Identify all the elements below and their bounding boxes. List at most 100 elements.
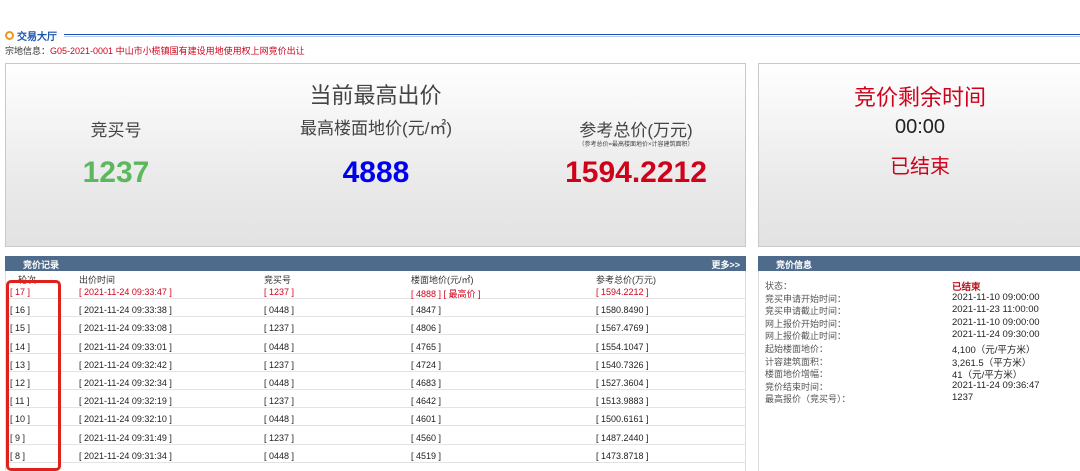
cell-bidder: [ 0448 ] <box>264 305 295 316</box>
cell-time: [ 2021-11-24 09:33:47 ] <box>79 287 172 297</box>
parcel-value[interactable]: G05-2021-0001 中山市小榄镇国有建设用地使用权上网竞价出让 <box>50 46 305 56</box>
countdown-time: 00:00 <box>894 116 946 138</box>
info-item: 计容建筑面积： 3,261.5（平方米） <box>759 355 1080 369</box>
info-value: 2021-11-23 11:00:00 <box>952 304 1039 316</box>
info-label: 状态： <box>765 282 793 292</box>
info-item: 最高报价（竞买号）： 1237 <box>759 392 1080 406</box>
info-label: 起始楼面地价： <box>765 345 829 355</box>
cell-floor-price: [ 4888 ] [ 最高价 ] <box>411 289 481 299</box>
highest-bid-title: 当前最高出价 <box>309 83 442 108</box>
hall-title: 交易大厅 <box>17 32 57 43</box>
cell-time: [ 2021-11-24 09:33:08 ] <box>79 323 172 334</box>
cell-total-price: [ 1540.7326 ] <box>596 359 649 370</box>
total-price-value: 1594.2212 <box>565 156 707 189</box>
info-label: 竞买申请开始时间： <box>765 294 847 305</box>
cell-total-price: [ 1500.6161 ] <box>596 414 649 425</box>
table-row: [ 15 ][ 2021-11-24 09:33:08 ][ 1237 ][ 4… <box>6 321 745 336</box>
cell-total-price: [ 1473.8718 ] <box>596 450 649 461</box>
cell-floor-price: [ 4724 ] <box>411 359 442 370</box>
info-item: 竞价结束时间： 2021-11-24 09:36:47 <box>759 379 1080 393</box>
cell-total-price: [ 1527.3604 ] <box>596 378 649 388</box>
floor-price-value: 4888 <box>342 156 410 189</box>
info-item: 楼面地价增幅： 41（元/平方米） <box>759 367 1080 381</box>
table-row: [ 9 ][ 2021-11-24 09:31:49 ][ 1237 ][ 45… <box>6 431 745 445</box>
cell-bidder: [ 1237 ] <box>264 323 295 334</box>
cell-time: [ 2021-11-24 09:32:19 ] <box>79 396 172 407</box>
header-divider <box>64 34 1080 35</box>
highest-bid-panel: 当前最高出价 竞买号 最高楼面地价(元/㎡) 参考总价(万元) （参考总价=最高… <box>5 63 746 247</box>
bid-records-title: 竞价记录 <box>23 260 60 270</box>
info-label: 竞买申请截止时间： <box>765 307 847 318</box>
info-item: 竞买申请截止时间： 2021-11-23 11:00:00 <box>759 304 1080 318</box>
cell-time: [ 2021-11-24 09:31:34 ] <box>79 450 172 461</box>
parcel-label: 宗地信息： <box>5 46 51 56</box>
countdown-panel: 竞价剩余时间 00:00 已结束 <box>758 63 1080 247</box>
total-price-note: （参考总价=最高楼面地价×计容建筑面积） <box>578 142 694 148</box>
info-value: 2021-11-10 09:00:00 <box>952 316 1040 328</box>
info-item: 状态： 已结束 <box>759 279 1080 293</box>
total-price-label: 参考总价(万元) <box>579 121 693 140</box>
bid-records-header: 竞价记录 更多>> <box>5 256 746 271</box>
table-row: [ 11 ][ 2021-11-24 09:32:19 ][ 1237 ][ 4… <box>6 394 745 409</box>
bidder-number-label: 竞买号 <box>90 121 142 140</box>
info-label: 计容建筑面积： <box>765 357 829 368</box>
info-value: 2021-11-10 09:00:00 <box>952 291 1040 303</box>
info-item: 起始楼面地价： 4,100（元/平方米） <box>759 342 1080 356</box>
cell-floor-price: [ 4519 ] <box>411 450 442 461</box>
hall-header: 交易大厅 宗地信息：G05-2021-0001 中山市小榄镇国有建设用地使用权上… <box>0 28 1080 57</box>
table-row: [ 14 ][ 2021-11-24 09:33:01 ][ 0448 ][ 4… <box>6 340 745 354</box>
bid-info-header: 竞价信息 <box>758 256 1080 271</box>
table-row: [ 10 ][ 2021-11-24 09:32:10 ][ 0448 ][ 4… <box>6 412 745 427</box>
bid-info-list: 状态： 已结束 竞买申请开始时间： 2021-11-10 09:00:00 竞买申请截止… <box>758 271 1080 471</box>
cell-time: [ 2021-11-24 09:32:34 ] <box>79 378 172 388</box>
cell-total-price: [ 1580.8490 ] <box>596 305 649 316</box>
cell-time: [ 2021-11-24 09:32:42 ] <box>79 359 172 370</box>
info-value: 1237 <box>952 392 974 404</box>
auction-status: 已结束 <box>890 156 950 178</box>
cell-time: [ 2021-11-24 09:32:10 ] <box>79 414 172 425</box>
cell-floor-price: [ 4560 ] <box>411 432 442 443</box>
cell-floor-price: [ 4601 ] <box>411 414 442 425</box>
cell-bidder: [ 1237 ] <box>264 432 295 443</box>
cell-bidder: [ 1237 ] <box>264 359 295 370</box>
cell-bidder: [ 0448 ] <box>264 450 295 461</box>
cell-time: [ 2021-11-24 09:33:01 ] <box>79 341 172 352</box>
cell-total-price: [ 1594.2212 ] <box>596 287 649 297</box>
bidder-number-value: 1237 <box>82 156 150 189</box>
cell-time: [ 2021-11-24 09:31:49 ] <box>79 432 172 443</box>
table-row: [ 12 ][ 2021-11-24 09:32:34 ][ 0448 ][ 4… <box>6 376 745 390</box>
cell-floor-price: [ 4683 ] <box>411 378 442 388</box>
cell-floor-price: [ 4847 ] <box>411 305 442 316</box>
info-label: 最高报价（竞买号）： <box>765 395 851 406</box>
table-row: [ 17 ][ 2021-11-24 09:33:47 ][ 1237 ][ 4… <box>6 285 745 299</box>
bullet-circle-icon <box>5 31 14 40</box>
round-column-highlight <box>6 280 61 471</box>
bid-info-title: 竞价信息 <box>776 260 813 270</box>
info-value: 2021-11-24 09:36:47 <box>952 379 1040 391</box>
cell-total-price: [ 1567.4769 ] <box>596 323 649 334</box>
cell-total-price: [ 1487.2440 ] <box>596 432 649 443</box>
header-divider-shadow <box>64 36 1080 37</box>
info-value: 2021-11-24 09:30:00 <box>952 329 1040 341</box>
info-label: 竞价结束时间： <box>765 382 829 393</box>
table-row: [ 13 ][ 2021-11-24 09:32:42 ][ 1237 ][ 4… <box>6 358 745 372</box>
cell-time: [ 2021-11-24 09:33:38 ] <box>79 305 172 316</box>
info-label: 楼面地价增幅： <box>765 370 829 381</box>
info-label: 网上报价开始时间： <box>765 319 847 330</box>
cell-total-price: [ 1554.1047 ] <box>596 341 649 352</box>
cell-floor-price: [ 4806 ] <box>411 323 442 334</box>
info-item: 竞买申请开始时间： 2021-11-10 09:00:00 <box>759 291 1080 305</box>
cell-bidder: [ 1237 ] <box>264 396 295 407</box>
info-item: 网上报价截止时间： 2021-11-24 09:30:00 <box>759 329 1080 343</box>
cell-floor-price: [ 4642 ] <box>411 396 442 407</box>
bid-records-table: 轮次 出价时间 竞买号 楼面地价(元/㎡) 参考总价(万元) [ 17 ][ 2… <box>5 271 746 471</box>
cell-bidder: [ 1237 ] <box>264 287 295 297</box>
parcel-info: 宗地信息：G05-2021-0001 中山市小榄镇国有建设用地使用权上网竞价出让 <box>5 44 305 57</box>
more-link[interactable]: 更多>> <box>711 258 740 271</box>
info-item: 网上报价开始时间： 2021-11-10 09:00:00 <box>759 316 1080 330</box>
info-label: 网上报价截止时间： <box>765 332 847 343</box>
cell-floor-price: [ 4765 ] <box>411 341 442 352</box>
floor-price-label: 最高楼面地价(元/㎡) <box>299 119 453 138</box>
cell-bidder: [ 0448 ] <box>264 414 295 425</box>
countdown-title: 竞价剩余时间 <box>853 85 986 110</box>
